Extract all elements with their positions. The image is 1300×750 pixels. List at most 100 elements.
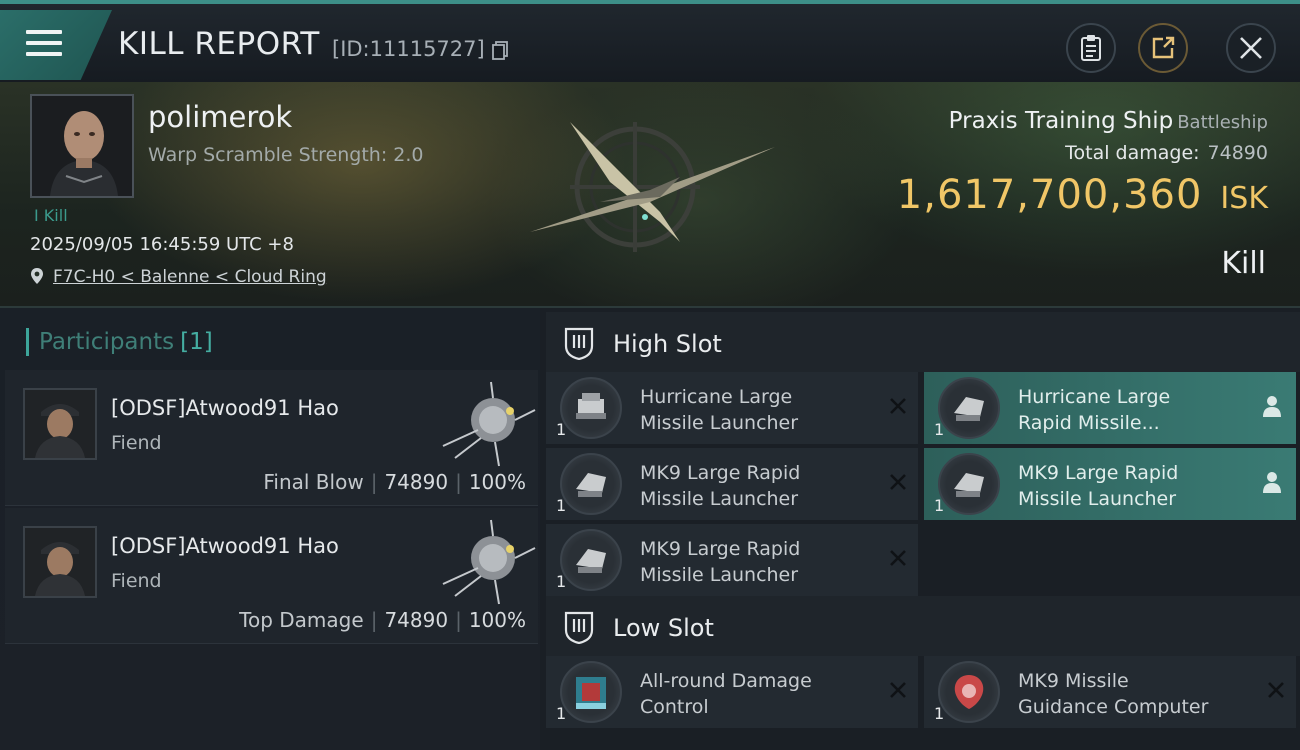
isk-unit: ISK <box>1220 181 1268 216</box>
copy-icon[interactable] <box>492 41 509 60</box>
pilot-portrait-icon <box>25 528 95 596</box>
module-name-line2: Missile Launcher <box>640 412 799 434</box>
victim-avatar[interactable] <box>30 94 134 198</box>
module-name-line1: MK9 Large Rapid <box>640 538 801 560</box>
module-slot[interactable]: 1 MK9 Large Rapid Missile Launcher <box>924 448 1296 520</box>
stat-divider: | <box>370 608 378 632</box>
destroyed-icon <box>890 682 906 698</box>
module-name-line1: MK9 Large Rapid <box>1018 462 1179 484</box>
module-slot[interactable]: 1 Hurricane Large Rapid Missile... <box>924 372 1296 444</box>
page-title: KILL REPORT <box>118 26 320 62</box>
stat-divider: | <box>370 470 378 494</box>
module-slot[interactable]: 1 MK9 Large Rapid Missile Launcher <box>546 448 918 520</box>
close-icon <box>1240 37 1262 59</box>
close-button[interactable] <box>1226 23 1276 73</box>
dropped-by-person-icon <box>1263 472 1281 493</box>
participant-row[interactable]: [ODSF]Atwood91 Hao Fiend Top Damage | 7489… <box>5 508 538 644</box>
participants-panel: Participants [1] [ODSF]Atwood91 Hao Fiend… <box>0 308 540 750</box>
stat-divider: | <box>455 608 462 632</box>
pilot-portrait-icon <box>25 390 95 458</box>
participants-header: Participants [1] <box>26 328 213 356</box>
damage-control-icon <box>560 661 622 723</box>
victim-ship-name[interactable]: Praxis Training Ship Battleship <box>949 108 1268 134</box>
module-quantity: 1 <box>556 496 567 515</box>
participant-stat-label: Top Damage <box>239 608 364 632</box>
module-name-line2: Control <box>640 696 709 718</box>
header-bar: KILL REPORT [ID:11115727] <box>0 0 1300 82</box>
module-name-line2: Missile Launcher <box>640 488 799 510</box>
participant-damage: 74890 <box>384 608 449 632</box>
module-quantity: 1 <box>934 704 945 723</box>
participant-percent: 100% <box>468 470 526 494</box>
participant-percent: 100% <box>468 608 526 632</box>
menu-button[interactable] <box>0 10 112 80</box>
total-damage-value: 74890 <box>1207 142 1268 164</box>
high-slot-icon <box>564 327 594 360</box>
warp-scramble-text: Warp Scramble Strength: 2.0 <box>148 144 424 166</box>
participant-row[interactable]: [ODSF]Atwood91 Hao Fiend Final Blow | 7489… <box>5 370 538 506</box>
module-name-line2: Guidance Computer <box>1018 696 1209 718</box>
participant-stat-label: Final Blow <box>263 470 364 494</box>
kill-datetime: 2025/09/05 16:45:59 UTC +8 <box>30 234 294 255</box>
module-name-line1: Hurricane Large <box>1018 386 1171 408</box>
module-slot[interactable]: 1 MK9 Large Rapid Missile Launcher <box>546 524 918 596</box>
participants-count: [1] <box>180 329 213 355</box>
location-pin-icon <box>31 268 43 284</box>
module-slot[interactable]: 1 All-round Damage Control <box>546 656 918 728</box>
guidance-computer-icon <box>938 661 1000 723</box>
participant-ship-icon[interactable] <box>433 518 543 608</box>
module-name-line2: Rapid Missile... <box>1018 412 1160 434</box>
destroyed-icon <box>890 550 906 566</box>
victim-ship-image <box>530 122 775 252</box>
low-slot-title: Low Slot <box>613 614 714 642</box>
low-slot-header: Low Slot <box>546 596 1300 656</box>
module-name: MK9 Large Rapid Missile Launcher <box>1018 460 1248 512</box>
module-name: All-round Damage Control <box>640 668 870 720</box>
share-icon <box>1152 36 1175 59</box>
pilot-portrait-icon <box>32 96 132 196</box>
participant-role: Fiend <box>111 570 162 592</box>
module-name: MK9 Large Rapid Missile Launcher <box>640 536 870 588</box>
module-quantity: 1 <box>934 420 945 439</box>
victim-name[interactable]: polimerok <box>148 100 292 134</box>
participant-ship-icon[interactable] <box>433 380 543 470</box>
clipboard-icon <box>1081 35 1101 61</box>
missile-launcher-icon <box>560 377 622 439</box>
low-slot-icon <box>564 611 594 644</box>
result-label: Kill <box>1221 246 1266 281</box>
participant-avatar <box>23 388 97 460</box>
participant-damage: 74890 <box>384 470 449 494</box>
module-name-line2: Missile Launcher <box>640 564 799 586</box>
participant-stats: Final Blow | 74890 | 100% <box>263 470 526 494</box>
high-slot-title: High Slot <box>613 330 722 358</box>
destroyed-icon <box>890 474 906 490</box>
clipboard-button[interactable] <box>1066 23 1116 73</box>
stat-divider: | <box>455 470 462 494</box>
total-damage-label: Total damage: <box>1065 142 1200 164</box>
high-slot-header: High Slot <box>546 312 1300 372</box>
module-name-line2: Missile Launcher <box>1018 488 1177 510</box>
participant-avatar <box>23 526 97 598</box>
kill-tag: I Kill <box>34 206 68 225</box>
destroyed-icon <box>890 398 906 414</box>
participant-name[interactable]: [ODSF]Atwood91 Hao <box>111 534 339 558</box>
participant-stats: Top Damage | 74890 | 100% <box>239 608 526 632</box>
ship-name-text: Praxis Training Ship <box>948 108 1174 134</box>
module-name-line1: MK9 Large Rapid <box>640 462 801 484</box>
participant-name[interactable]: [ODSF]Atwood91 Hao <box>111 396 339 420</box>
module-name: Hurricane Large Rapid Missile... <box>1018 384 1248 436</box>
missile-launcher-icon <box>560 529 622 591</box>
module-slot[interactable]: 1 MK9 Missile Guidance Computer <box>924 656 1296 728</box>
isk-value: 1,617,700,360 <box>896 172 1203 218</box>
module-quantity: 1 <box>556 704 567 723</box>
missile-launcher-icon <box>938 377 1000 439</box>
share-button[interactable] <box>1138 23 1188 73</box>
report-id: [ID:11115727] <box>332 37 485 61</box>
module-slot[interactable]: 1 Hurricane Large Missile Launcher <box>546 372 918 444</box>
module-quantity: 1 <box>934 496 945 515</box>
module-quantity: 1 <box>556 572 567 591</box>
participant-role: Fiend <box>111 432 162 454</box>
isk-value-row: 1,617,700,360 ISK <box>897 172 1268 218</box>
fitting-panel: High Slot 1 Hurricane Large Missile Launc… <box>540 308 1300 750</box>
location-link[interactable]: F7C-H0 < Balenne < Cloud Ring <box>53 267 327 287</box>
